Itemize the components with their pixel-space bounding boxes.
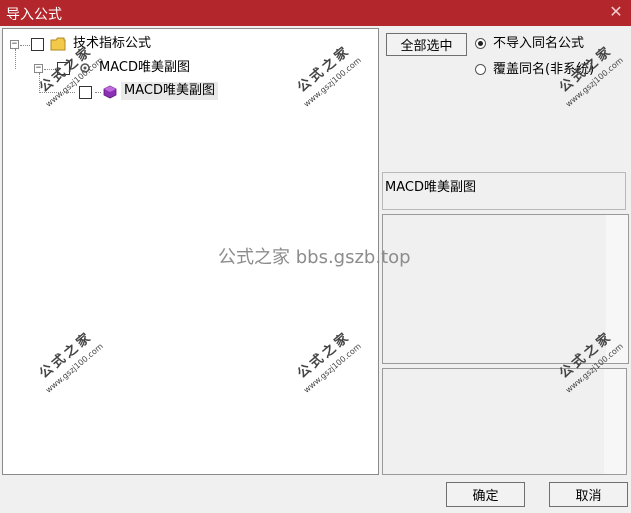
cancel-button[interactable]: 取消 [549, 482, 628, 507]
tree-root-label: 技术指标公式 [73, 36, 152, 51]
formula-description-box[interactable] [382, 214, 629, 364]
collapse-toggle-icon[interactable]: − [10, 40, 19, 49]
tree-line [95, 92, 101, 93]
title-bar: 导入公式 ✕ [0, 0, 631, 26]
radio-no-import-label: 不导入同名公式 [493, 36, 585, 51]
radio-no-import-indicator[interactable] [475, 38, 486, 49]
formula-name-display: MACD唯美副图 [382, 172, 626, 210]
tree-node-leaf[interactable]: MACD唯美副图 [39, 82, 239, 102]
watermark-text: 公式之家 bbs.gszb.top [218, 247, 411, 268]
formula-params-box[interactable] [382, 368, 627, 475]
close-icon[interactable]: ✕ [607, 2, 625, 22]
tree-line [15, 49, 16, 69]
scrollbar[interactable] [604, 369, 626, 474]
tree-node-group[interactable]: − MACD唯美副图 [27, 59, 247, 79]
ok-button[interactable]: 确定 [446, 482, 525, 507]
tree-line [44, 69, 56, 70]
collapse-toggle-icon[interactable]: − [34, 64, 43, 73]
tree-group-label: MACD唯美副图 [99, 60, 190, 75]
formula-name-text: MACD唯美副图 [385, 180, 476, 195]
window-title: 导入公式 [6, 7, 62, 23]
tree-line [20, 45, 30, 46]
radio-overwrite[interactable]: 覆盖同名(非系统) [475, 61, 625, 79]
folder-icon [50, 37, 66, 51]
root-checkbox[interactable] [31, 38, 44, 51]
select-all-button[interactable]: 全部选中 [386, 33, 467, 56]
radio-overwrite-label: 覆盖同名(非系统) [493, 62, 595, 77]
dialog-footer: 确定 取消 [0, 477, 631, 513]
group-checkbox[interactable] [57, 62, 70, 75]
leaf-checkbox[interactable] [79, 86, 92, 99]
scrollbar[interactable] [606, 215, 628, 363]
tree-node-root[interactable]: − 技术指标公式 [7, 35, 207, 55]
gear-icon [80, 63, 90, 73]
tree-line [39, 92, 75, 93]
radio-no-import[interactable]: 不导入同名公式 [475, 35, 625, 53]
radio-overwrite-indicator[interactable] [475, 64, 486, 75]
formula-icon [103, 85, 117, 99]
tree-leaf-label[interactable]: MACD唯美副图 [121, 82, 218, 100]
